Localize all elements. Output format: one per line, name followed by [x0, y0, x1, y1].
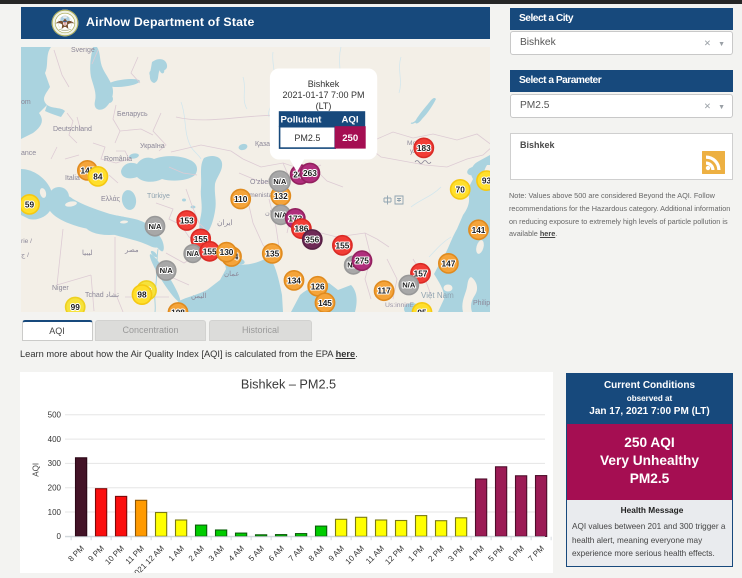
svg-text:6 AM: 6 AM [267, 544, 286, 563]
svg-text:153: 153 [180, 216, 194, 226]
svg-text:om: om [21, 99, 31, 106]
svg-text:98: 98 [137, 290, 147, 300]
svg-text:12 PM: 12 PM [383, 544, 406, 567]
svg-text:Việt Nam: Việt Nam [421, 291, 454, 300]
svg-text:356: 356 [305, 235, 319, 245]
svg-text:145: 145 [318, 298, 332, 308]
svg-text:rie /: rie / [21, 238, 32, 245]
svg-text:1 PM: 1 PM [406, 544, 426, 564]
svg-text:263: 263 [303, 168, 317, 178]
svg-text:84: 84 [93, 171, 103, 181]
svg-text:2021-01-17 7:00 PM: 2021-01-17 7:00 PM [282, 90, 364, 100]
svg-text:N/A: N/A [160, 266, 174, 275]
svg-text:Us:inninE: Us:inninE [385, 302, 415, 309]
svg-text:500: 500 [48, 411, 62, 420]
svg-text:اليمن: اليمن [191, 292, 207, 300]
svg-text:7 PM: 7 PM [526, 544, 546, 564]
svg-text:ليبيا: ليبيا [82, 249, 93, 257]
svg-text:99: 99 [71, 302, 81, 312]
svg-text:3 AM: 3 AM [207, 544, 226, 563]
svg-text:N/A: N/A [273, 177, 287, 186]
svg-text:126: 126 [311, 281, 325, 291]
svg-text:Niger: Niger [52, 285, 69, 292]
svg-text:Deutschland: Deutschland [53, 126, 92, 133]
svg-text:AQI: AQI [32, 463, 41, 477]
svg-text:Україна: Україна [140, 143, 165, 150]
svg-text:7 AM: 7 AM [287, 544, 306, 563]
svg-text:5 PM: 5 PM [486, 544, 506, 564]
svg-text:1 AM: 1 AM [167, 544, 186, 563]
svg-text:Tchad تشاد: Tchad تشاد [85, 291, 119, 299]
svg-text:110: 110 [234, 194, 248, 204]
svg-text:147: 147 [441, 258, 455, 268]
svg-text:8 AM: 8 AM [307, 544, 326, 563]
svg-text:300: 300 [48, 459, 62, 468]
svg-text:N/A: N/A [402, 281, 416, 290]
svg-text:400: 400 [48, 435, 62, 444]
svg-text:Pollutant: Pollutant [280, 114, 322, 125]
svg-text:Беларусь: Беларусь [117, 111, 148, 118]
svg-text:ج /: ج / [21, 252, 29, 259]
svg-text:6 PM: 6 PM [506, 544, 526, 564]
svg-text:155: 155 [335, 240, 349, 250]
svg-text:132: 132 [274, 191, 288, 201]
svg-text:8 PM: 8 PM [66, 544, 86, 564]
svg-text:Italia: Italia [65, 175, 80, 182]
svg-text:Türkiye: Türkiye [147, 193, 170, 200]
svg-text:3 PM: 3 PM [446, 544, 466, 564]
svg-text:ance: ance [21, 150, 36, 157]
svg-text:N/A: N/A [187, 249, 199, 258]
svg-text:Bishkek: Bishkek [308, 79, 340, 89]
svg-text:70: 70 [456, 184, 466, 194]
svg-text:141: 141 [472, 225, 486, 235]
svg-text:AQI: AQI [341, 114, 358, 125]
svg-text:11 AM: 11 AM [364, 544, 386, 566]
svg-text:200: 200 [48, 484, 62, 493]
svg-text:135: 135 [265, 248, 279, 258]
svg-text:0: 0 [57, 532, 62, 541]
svg-text:93: 93 [482, 176, 490, 186]
svg-text:Philippin: Philippin [473, 300, 490, 307]
svg-text:130: 130 [220, 247, 234, 257]
svg-text:(LT): (LT) [316, 101, 332, 111]
svg-text:108: 108 [171, 308, 185, 313]
svg-text:59: 59 [25, 199, 35, 209]
svg-text:157: 157 [414, 268, 428, 278]
svg-text:2 PM: 2 PM [426, 544, 446, 564]
svg-text:4 AM: 4 AM [227, 544, 246, 563]
svg-text:10 AM: 10 AM [344, 544, 367, 567]
svg-text:10 PM: 10 PM [103, 544, 126, 567]
svg-text:România: România [104, 156, 132, 163]
svg-text:مصر: مصر [124, 247, 139, 254]
svg-text:95: 95 [417, 307, 427, 312]
svg-text:Bishkek – PM2.5: Bishkek – PM2.5 [241, 378, 336, 392]
svg-text:134: 134 [287, 275, 301, 285]
svg-text:PM2.5: PM2.5 [294, 133, 320, 143]
svg-text:275: 275 [355, 256, 369, 266]
svg-text:5 AM: 5 AM [247, 544, 266, 563]
svg-text:Sverige: Sverige [71, 47, 95, 54]
svg-text:عمان: عمان [224, 270, 240, 278]
svg-text:183: 183 [417, 143, 431, 153]
svg-text:2 AM: 2 AM [187, 544, 206, 563]
svg-text:4 PM: 4 PM [466, 544, 486, 564]
svg-text:117: 117 [377, 286, 391, 296]
svg-text:250: 250 [342, 133, 358, 144]
svg-text:155: 155 [203, 246, 217, 256]
svg-text:Ελλάς: Ελλάς [101, 195, 121, 203]
svg-text:100: 100 [48, 508, 62, 517]
svg-text:ايران: ايران [217, 218, 233, 227]
svg-text:N/A: N/A [148, 222, 162, 231]
